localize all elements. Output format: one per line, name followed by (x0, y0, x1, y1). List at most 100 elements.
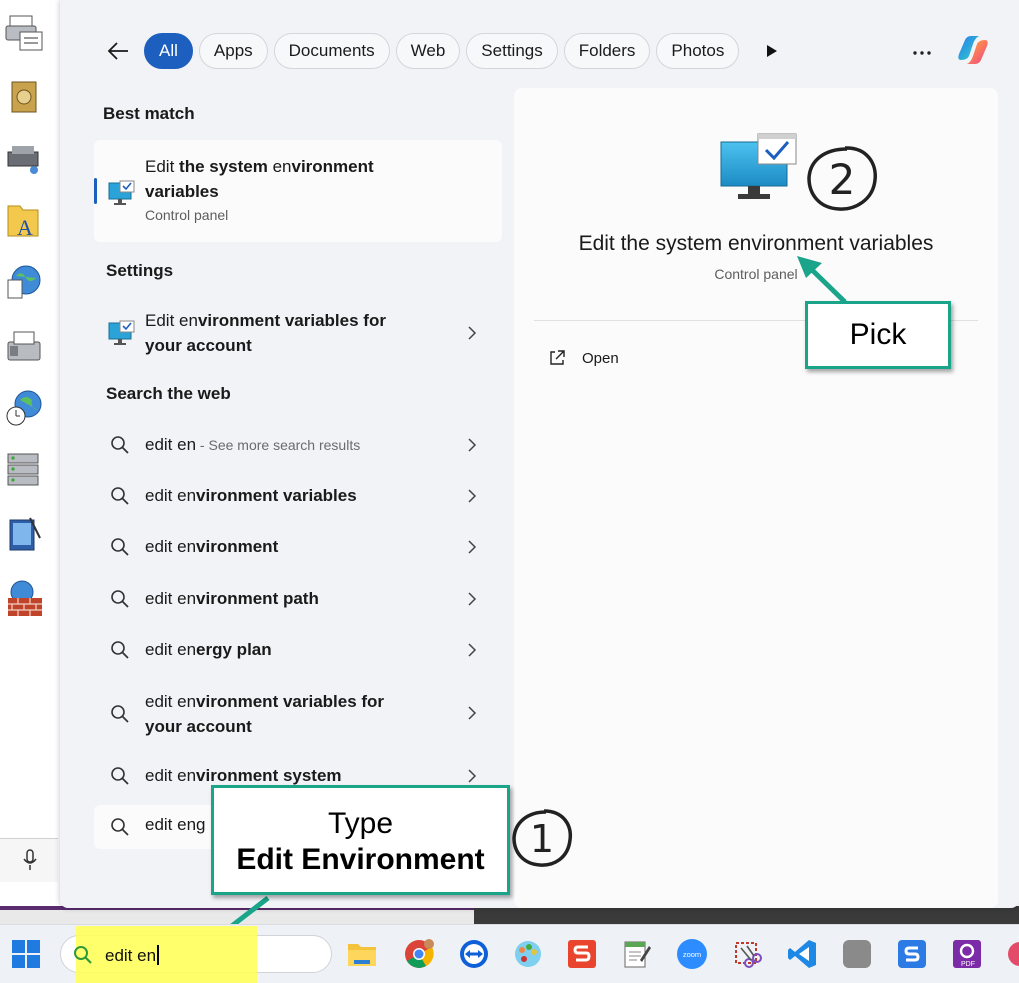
best-match-result[interactable]: Edit the system environment variables Co… (94, 140, 502, 242)
filter-chip-folders[interactable]: Folders (563, 33, 651, 69)
section-best-match: Best match (103, 104, 195, 123)
chevron-right-icon (468, 540, 477, 554)
start-search-panel: All Apps Documents Web Settings Folders … (60, 0, 1019, 908)
play-right-icon (767, 45, 778, 57)
chevron-right-icon (468, 592, 477, 606)
search-icon (111, 818, 129, 836)
search-icon (111, 590, 129, 608)
search-icon (111, 538, 129, 556)
selection-indicator (94, 178, 97, 204)
open-action[interactable]: Open (548, 346, 619, 370)
annotation-pick: Pick (805, 301, 951, 369)
paint-icon[interactable] (512, 938, 544, 970)
web-result-label: edit environment path (145, 589, 319, 608)
annotation-type: Type Edit Environment (211, 785, 510, 895)
network-device-icon[interactable] (4, 140, 44, 180)
fax-icon[interactable] (4, 326, 44, 366)
system-properties-icon (720, 133, 797, 199)
step-2-marker: 2 (807, 146, 877, 211)
step-1-marker: 1 (512, 809, 573, 867)
filter-chip-apps[interactable]: Apps (198, 33, 268, 69)
section-settings: Settings (106, 261, 174, 280)
background-window-dark (474, 906, 1019, 924)
pdf-label: PDF (961, 961, 975, 968)
tablet-pc-icon[interactable] (4, 514, 44, 554)
web-result[interactable]: edit environment variables for your accou… (100, 689, 500, 741)
file-explorer-icon[interactable] (346, 938, 378, 970)
background-window-gray (0, 910, 474, 924)
chevron-right-icon (468, 489, 477, 503)
web-result[interactable]: edit environment variables (100, 483, 500, 509)
web-result[interactable]: edit en - See more search results (100, 432, 500, 458)
filter-bar: All Apps Documents Web Settings Folders … (100, 32, 787, 70)
settings-result-env-vars[interactable]: Edit environment variables for your accou… (100, 308, 500, 360)
best-match-title: Edit the system environment variables (145, 157, 374, 201)
web-result-label: edit en - See more search results (145, 435, 361, 454)
web-result[interactable]: edit environment (100, 534, 500, 560)
taskbar-search-input[interactable]: edit en (105, 945, 159, 966)
teamviewer-icon[interactable] (458, 938, 490, 970)
server-stack-icon[interactable] (4, 450, 44, 490)
safe-icon[interactable] (4, 78, 44, 118)
open-action-label: Open (582, 349, 619, 367)
pdf-icon[interactable]: PDF (951, 938, 983, 970)
snipping-tool-icon[interactable] (731, 938, 763, 970)
step-2-label: 2 (829, 155, 856, 204)
windows-start-icon[interactable] (10, 938, 42, 970)
annotation-type-line2: Edit Environment (236, 843, 485, 876)
chevron-right-icon (468, 706, 477, 720)
best-match-subtitle: Control panel (145, 207, 229, 223)
web-result[interactable]: edit energy plan (100, 637, 500, 663)
zoom-icon[interactable]: zoom (676, 938, 708, 970)
copilot-icon[interactable] (953, 30, 993, 70)
more-filters-button[interactable] (757, 33, 787, 69)
filter-chip-settings[interactable]: Settings (466, 33, 558, 69)
firewall-icon[interactable] (4, 578, 44, 618)
blank-app-icon[interactable] (841, 938, 873, 970)
filter-chip-photos[interactable]: Photos (656, 33, 740, 69)
vscode-icon[interactable] (786, 938, 818, 970)
chevron-right-icon (468, 326, 477, 340)
taskbar-search-box[interactable]: edit en (60, 926, 332, 983)
search-icon (74, 946, 92, 964)
desktop-icon-strip: A (0, 0, 58, 930)
system-properties-icon (108, 180, 135, 205)
desktop-bottom-bar (0, 838, 58, 882)
system-properties-icon (108, 320, 135, 345)
filter-chip-web[interactable]: Web (395, 33, 461, 69)
section-search-web: Search the web (106, 384, 231, 403)
search-icon (111, 487, 129, 505)
svg-text:A: A (17, 215, 33, 240)
annotation-type-line1: Type (327, 807, 394, 840)
microphone-icon[interactable] (22, 849, 38, 871)
snagit-icon[interactable] (566, 938, 598, 970)
internet-documents-icon[interactable] (4, 262, 44, 302)
search-icon (111, 705, 129, 723)
app-icon-partial[interactable] (1006, 938, 1019, 970)
web-result[interactable]: edit environment path (100, 586, 500, 612)
zoom-label: zoom (683, 950, 701, 959)
back-button[interactable] (100, 33, 136, 69)
internet-time-icon[interactable] (4, 388, 44, 428)
printer-icon[interactable] (4, 12, 44, 52)
arrow-left-icon (107, 42, 128, 60)
search-icon (111, 641, 129, 659)
chevron-right-icon (468, 769, 477, 783)
highlight-marker (76, 926, 257, 983)
ellipsis-icon (913, 51, 931, 55)
web-result-label: edit environment variables for your accou… (145, 692, 385, 736)
settings-result-label: Edit environment variables for your accou… (145, 311, 386, 355)
sogou-icon[interactable] (896, 938, 928, 970)
chrome-icon[interactable] (403, 938, 435, 970)
chevron-right-icon (468, 438, 477, 452)
filter-chip-documents[interactable]: Documents (273, 33, 390, 69)
chevron-right-icon (468, 643, 477, 657)
fonts-folder-icon[interactable]: A (4, 200, 44, 240)
filter-chip-all[interactable]: All (144, 33, 193, 69)
search-icon (111, 436, 129, 454)
more-options-button[interactable] (912, 40, 932, 61)
web-result-label: edit environment variables (145, 486, 357, 505)
taskbar: edit en zoom PDF (0, 924, 1019, 983)
detail-subtitle: Control panel (714, 266, 798, 282)
notepad-icon[interactable] (620, 938, 652, 970)
